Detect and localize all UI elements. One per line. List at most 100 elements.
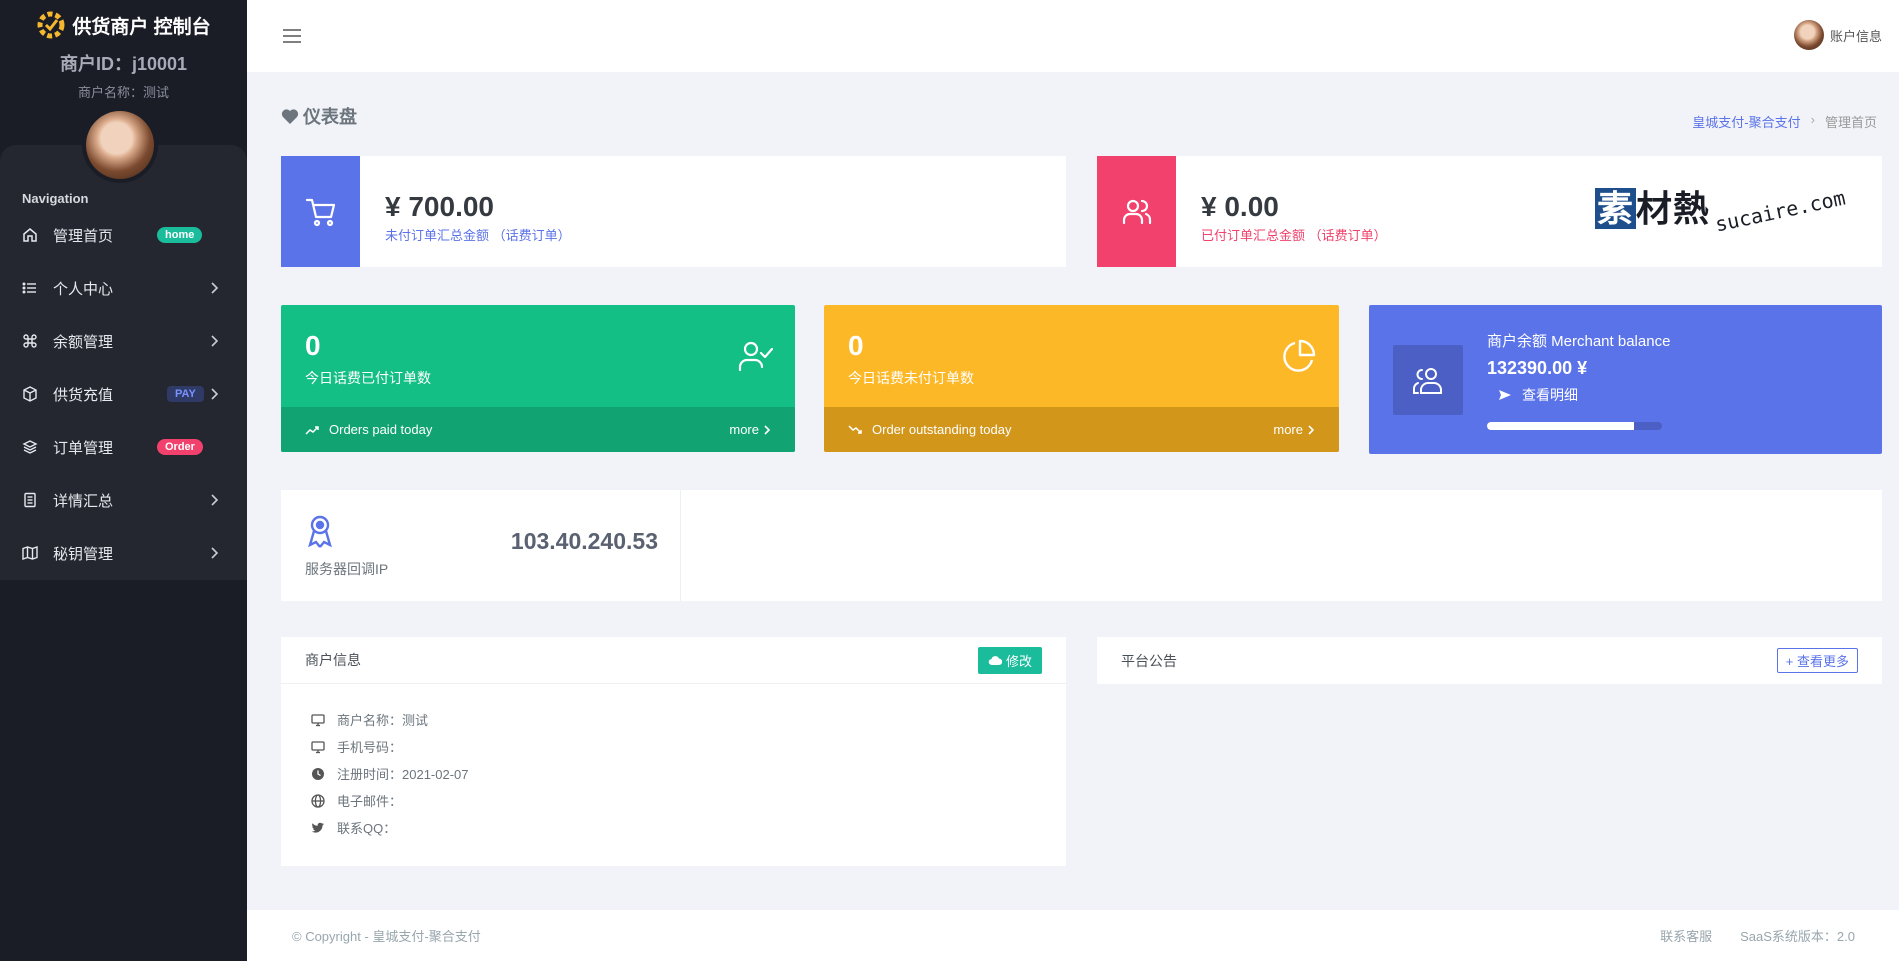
sidebar-item-profile[interactable]: 个人中心: [0, 268, 247, 308]
unpaid-total-value: ¥ 700.00: [385, 191, 494, 222]
trending-down-icon: [848, 424, 862, 434]
chevron-right-icon: [211, 494, 219, 506]
merchant-id: 商户ID：j10001: [59, 54, 188, 74]
avatar-small: [1793, 20, 1824, 50]
balance-detail-link[interactable]: 查看明细: [1498, 385, 1578, 405]
sidebar: 供货商户 控制台 商户ID：j10001 商户名称：测试 Navigation …: [0, 0, 247, 961]
account-menu[interactable]: 账户信息: [1793, 20, 1882, 50]
cloud-icon: [988, 656, 1002, 666]
info-row-qq: 联系QQ：: [311, 814, 1066, 841]
server-ip-card: 服务器回调IP 103.40.240.53: [281, 490, 1882, 601]
breadcrumb-current: 管理首页: [1824, 115, 1877, 130]
map-icon: [22, 545, 38, 561]
paid-total-value: ¥ 0.00: [1201, 191, 1279, 222]
balance-title: 商户余额 Merchant balance: [1487, 333, 1671, 350]
contact-support-link[interactable]: 联系客服: [1660, 926, 1712, 945]
users-icon: [1097, 156, 1176, 267]
today-paid-more-link[interactable]: more: [729, 422, 771, 437]
today-paid-value: 0: [305, 330, 321, 361]
today-outstanding-more-link[interactable]: more: [1273, 422, 1315, 437]
watermark-logo: 素材熱 sucaire.com: [1595, 185, 1848, 237]
chevron-right-icon: [211, 335, 219, 347]
today-outstanding-label: 今日话费未付订单数: [848, 370, 974, 386]
server-ip-label: 服务器回调IP: [305, 561, 389, 577]
clock-icon: [311, 767, 325, 781]
sidebar-item-label: 个人中心: [53, 280, 114, 298]
copyright: © Copyright - 皇城支付-聚合支付: [292, 929, 481, 944]
globe-icon: [311, 793, 325, 808]
balance-card: 商户余额 Merchant balance 132390.00 ¥ 查看明细: [1369, 305, 1882, 454]
box-icon: [22, 386, 38, 402]
page-title-text: 仪表盘: [303, 107, 357, 127]
chevron-right-icon: [211, 547, 219, 559]
sidebar-item-label: 管理首页: [53, 227, 114, 245]
pie-chart-icon: [1283, 339, 1316, 372]
twitter-icon: [311, 821, 325, 835]
edit-button[interactable]: 修改: [977, 646, 1042, 674]
monitor-icon: [311, 713, 325, 727]
breadcrumb: 皇城支付-聚合支付 › 管理首页: [1692, 112, 1877, 131]
info-row-email: 电子邮件：: [311, 787, 1066, 814]
info-row-registered: 注册时间：2021-02-07: [311, 760, 1066, 787]
account-label: 账户信息: [1829, 28, 1882, 44]
merchant-info-title: 商户信息: [305, 652, 361, 668]
nav-heading: Navigation: [22, 191, 89, 206]
today-paid-footer-text: Orders paid today: [329, 422, 433, 437]
sidebar-item-label: 供货充值: [53, 386, 114, 404]
sidebar-item-label: 秘钥管理: [53, 545, 114, 563]
sidebar-item-keys[interactable]: 秘钥管理: [0, 533, 247, 573]
list-icon: [22, 280, 38, 296]
breadcrumb-link[interactable]: 皇城支付-聚合支付: [1692, 112, 1800, 131]
today-paid-footer: Orders paid today more: [281, 407, 795, 452]
chevron-right-icon: [211, 282, 219, 294]
today-paid-card: 0 今日话费已付订单数 Orders paid today more: [281, 305, 795, 452]
page-title: 仪表盘: [281, 103, 357, 129]
unpaid-total-card: ¥ 700.00 未付订单汇总金额 （话费订单）: [281, 156, 1066, 267]
command-icon: [22, 333, 38, 349]
unpaid-total-label: 未付订单汇总金额 （话费订单）: [385, 228, 571, 243]
merchant-info-panel: 商户信息 修改 商户名称：测试 手机号码： 注册时间：2021-02-07 电子…: [281, 637, 1066, 866]
home-badge: home: [157, 227, 203, 243]
footer: © Copyright - 皇城支付-聚合支付 联系客服 SaaS系统版本：2.…: [247, 910, 1899, 961]
chevron-right-icon: [211, 388, 219, 400]
today-outstanding-card: 0 今日话费未付订单数 Order outstanding today more: [824, 305, 1339, 452]
brand-title[interactable]: 供货商户 控制台: [0, 10, 247, 40]
breadcrumb-separator: ›: [1810, 112, 1815, 127]
view-more-button[interactable]: + 查看更多: [1776, 648, 1858, 673]
balance-progress: [1487, 422, 1662, 430]
info-row-name: 商户名称：测试: [311, 706, 1066, 733]
announcements-panel: 平台公告 + 查看更多: [1097, 637, 1882, 684]
sidebar-item-label: 余额管理: [53, 333, 114, 351]
pay-badge: PAY: [167, 386, 204, 402]
server-ip-value: 103.40.240.53: [510, 528, 658, 554]
brand-title-text: 供货商户 控制台: [72, 16, 211, 38]
avatar[interactable]: [82, 107, 158, 183]
today-paid-label: 今日话费已付订单数: [305, 370, 431, 386]
sidebar-item-summary[interactable]: 详情汇总: [0, 480, 247, 520]
layers-icon: [22, 439, 38, 455]
chevron-right-icon: [764, 424, 771, 435]
menu-icon[interactable]: [282, 28, 302, 44]
version-text: SaaS系统版本：2.0: [1740, 929, 1855, 944]
chevron-right-icon: [1308, 424, 1315, 435]
home-icon: [22, 227, 38, 243]
heart-icon: [281, 108, 299, 124]
cart-icon: [281, 156, 360, 267]
today-outstanding-footer: Order outstanding today more: [824, 407, 1339, 452]
sidebar-item-orders[interactable]: 订单管理 Order: [0, 427, 247, 467]
balance-amount: 132390.00 ¥: [1487, 358, 1588, 378]
merchant-name: 商户名称：测试: [77, 85, 169, 100]
order-badge: Order: [157, 439, 203, 455]
users-icon: [1393, 345, 1463, 415]
logo-icon: [37, 11, 65, 39]
sidebar-item-recharge[interactable]: 供货充值 PAY: [0, 374, 247, 414]
sidebar-item-home[interactable]: 管理首页 home: [0, 215, 247, 255]
award-icon: [308, 515, 332, 548]
sidebar-item-balance[interactable]: 余额管理: [0, 321, 247, 361]
sidebar-item-label: 详情汇总: [53, 492, 114, 510]
topbar: 账户信息: [247, 0, 1899, 72]
paid-total-label: 已付订单汇总金额 （话费订单）: [1201, 228, 1387, 243]
info-row-phone: 手机号码：: [311, 733, 1066, 760]
announcements-title: 平台公告: [1121, 652, 1177, 669]
file-icon: [22, 492, 38, 508]
